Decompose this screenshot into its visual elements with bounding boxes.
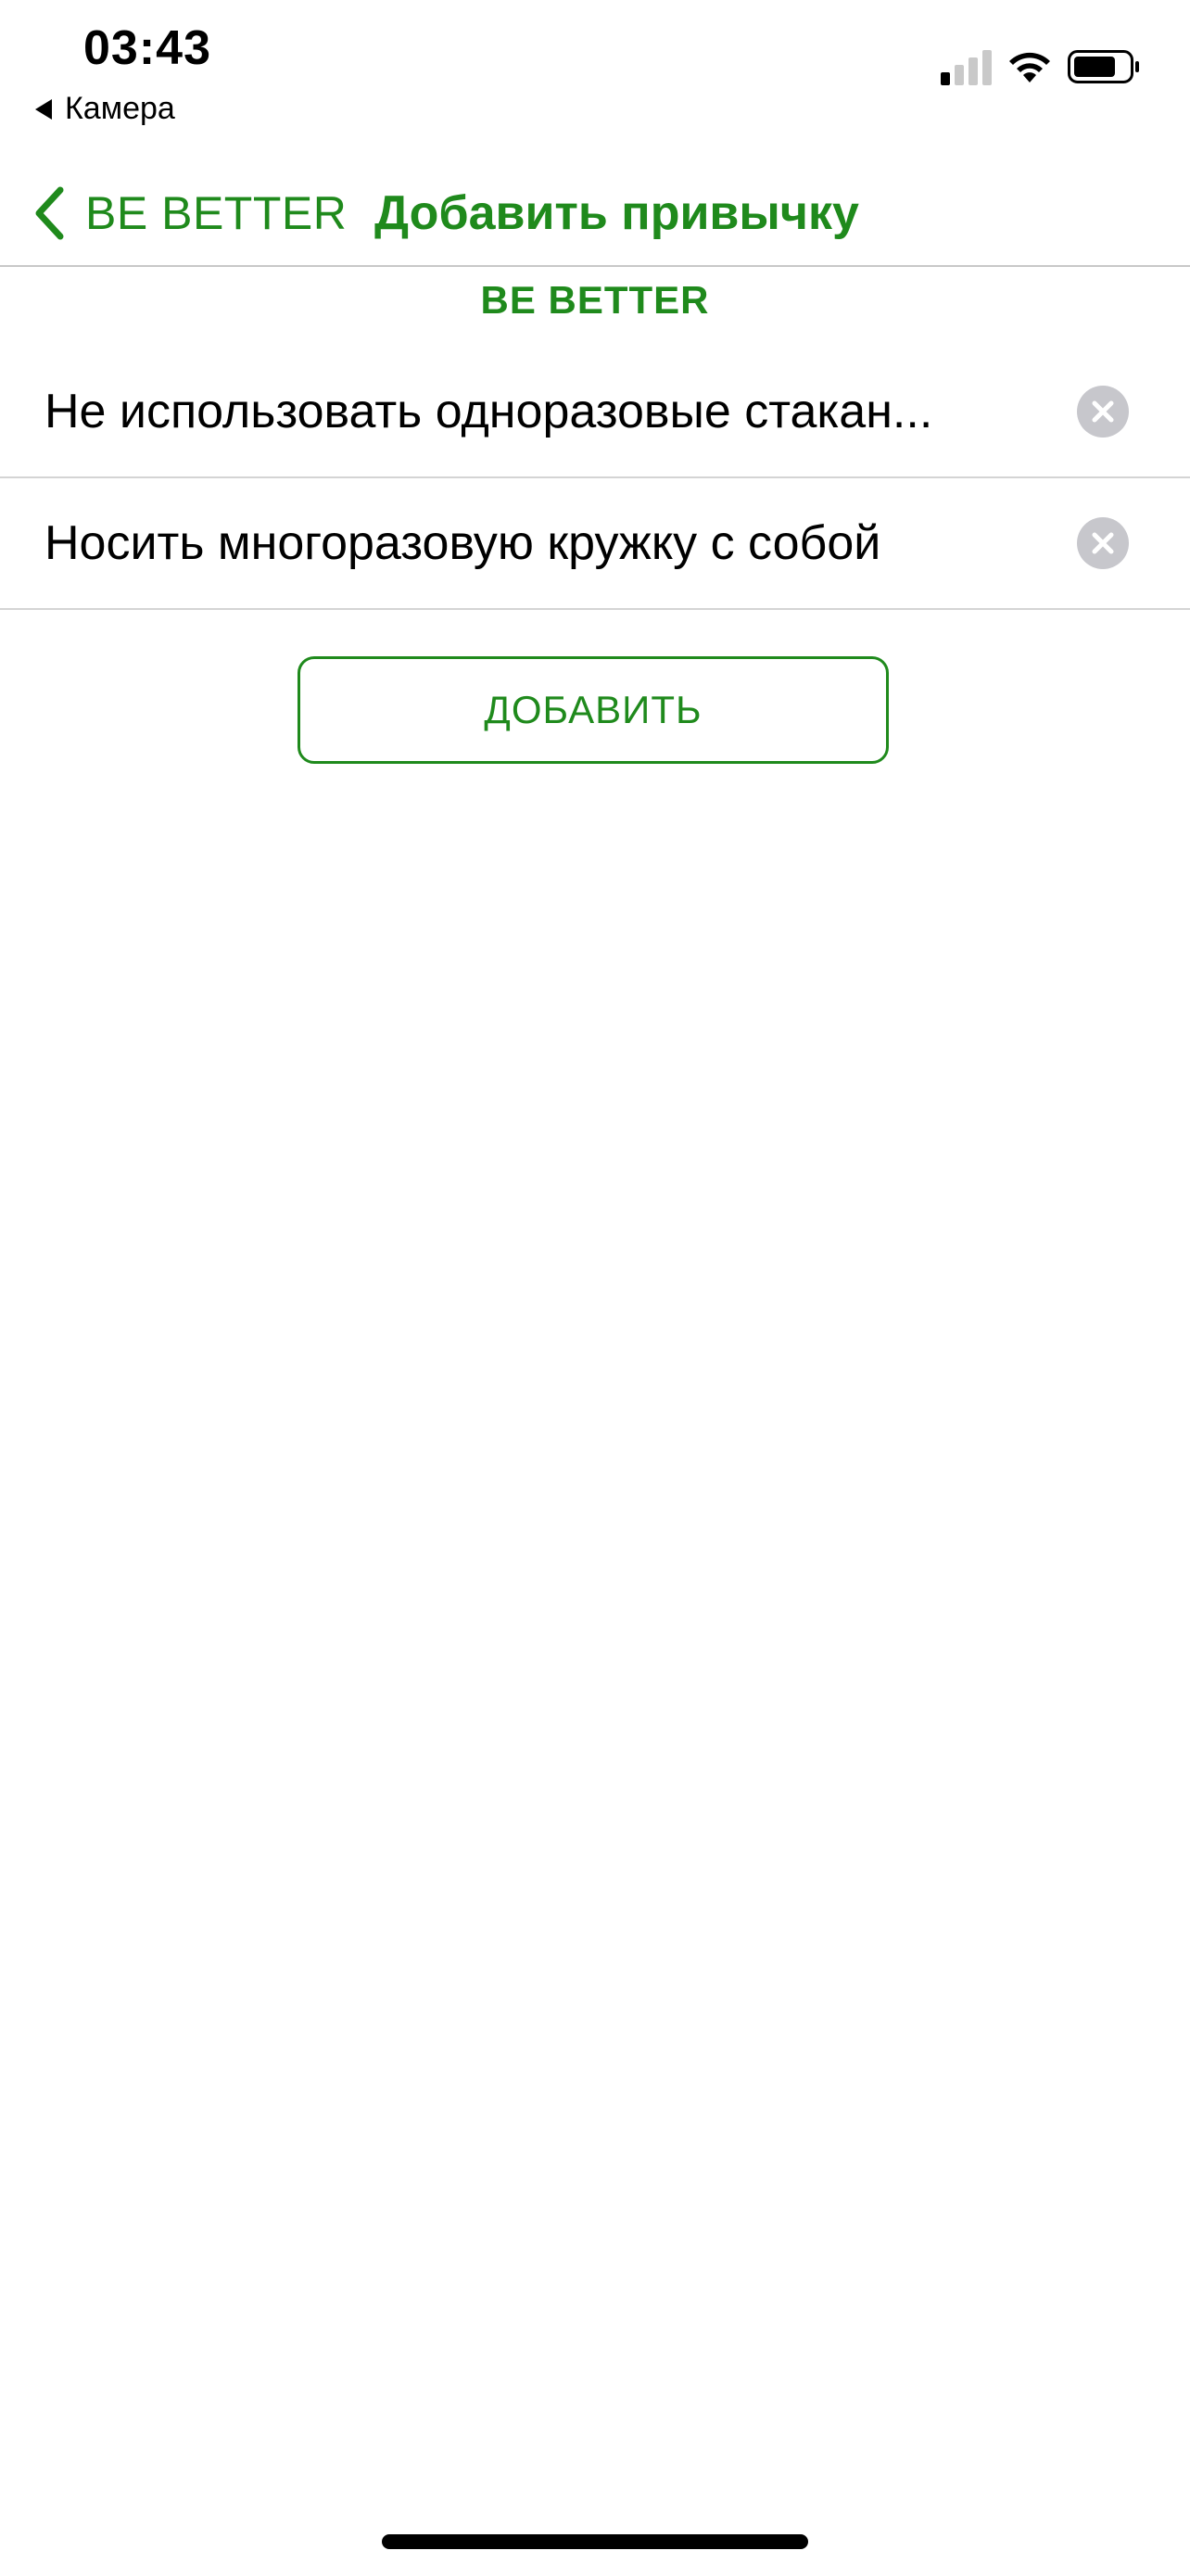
status-icons [941,48,1142,85]
habit-row[interactable]: Носить многоразовую кружку с собой [0,478,1190,610]
habit-row[interactable]: Не использовать одноразовые стакан... [0,347,1190,478]
battery-icon [1068,50,1139,83]
status-back-app-label: Камера [65,91,175,126]
clear-circle-icon[interactable] [1077,386,1129,438]
back-triangle-icon [35,98,52,120]
cellular-signal-icon [941,48,992,85]
section-header: BE BETTER [480,278,710,322]
navigation-bar: BE BETTER Добавить привычку [0,167,1190,267]
status-time: 03:43 [83,21,211,75]
wifi-icon [1009,52,1050,82]
habit-list: Не использовать одноразовые стакан... Но… [0,347,1190,610]
chevron-left-icon [35,186,64,240]
clear-circle-icon[interactable] [1077,517,1129,569]
add-habit-button[interactable]: ДОБАВИТЬ [298,656,889,764]
page-title: Добавить привычку [374,186,859,240]
habit-input[interactable]: Не использовать одноразовые стакан... [44,347,1018,476]
habit-input[interactable]: Носить многоразовую кружку с собой [44,478,1018,608]
nav-back-button[interactable]: BE BETTER [33,167,347,260]
status-back-to-app[interactable]: Камера [35,91,175,127]
home-indicator[interactable] [382,2534,808,2549]
nav-back-label: BE BETTER [85,187,348,239]
